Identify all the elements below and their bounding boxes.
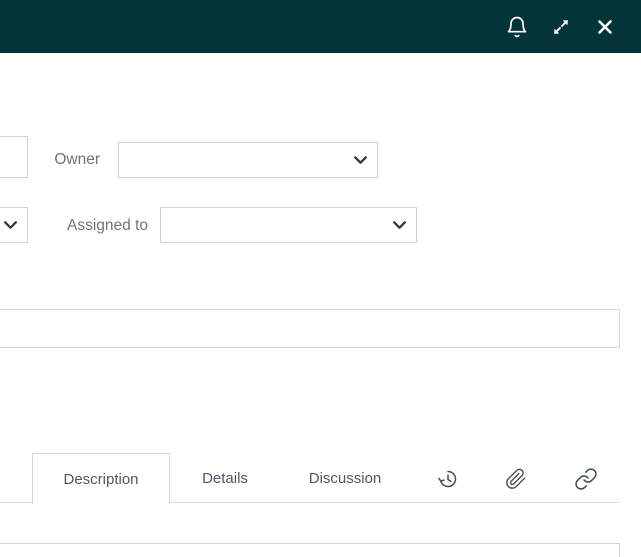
attachment-icon[interactable] <box>503 466 529 492</box>
notification-bell-icon[interactable] <box>505 15 529 39</box>
assigned-to-select[interactable] <box>160 207 417 243</box>
history-icon[interactable] <box>435 466 461 492</box>
tab-description-label: Description <box>63 470 139 488</box>
tab-discussion[interactable]: Discussion <box>295 453 395 503</box>
tab-description[interactable]: Description <box>32 453 170 504</box>
chevron-down-icon <box>353 156 368 164</box>
tab-details[interactable]: Details <box>180 453 270 503</box>
assigned-to-label: Assigned to <box>67 217 148 234</box>
link-icon[interactable] <box>573 466 599 492</box>
tab-details-label: Details <box>202 469 248 487</box>
subject-input[interactable] <box>0 309 620 348</box>
close-icon[interactable] <box>593 15 617 39</box>
description-panel[interactable] <box>0 543 620 557</box>
owner-select[interactable] <box>118 142 378 178</box>
dialog-header <box>0 0 641 53</box>
owner-label: Owner <box>54 151 100 168</box>
tab-discussion-label: Discussion <box>308 469 382 487</box>
chevron-down-icon <box>392 221 407 229</box>
work-package-dialog: Owner Assigned to Description Details Di… <box>0 0 641 557</box>
expand-icon[interactable] <box>549 15 573 39</box>
